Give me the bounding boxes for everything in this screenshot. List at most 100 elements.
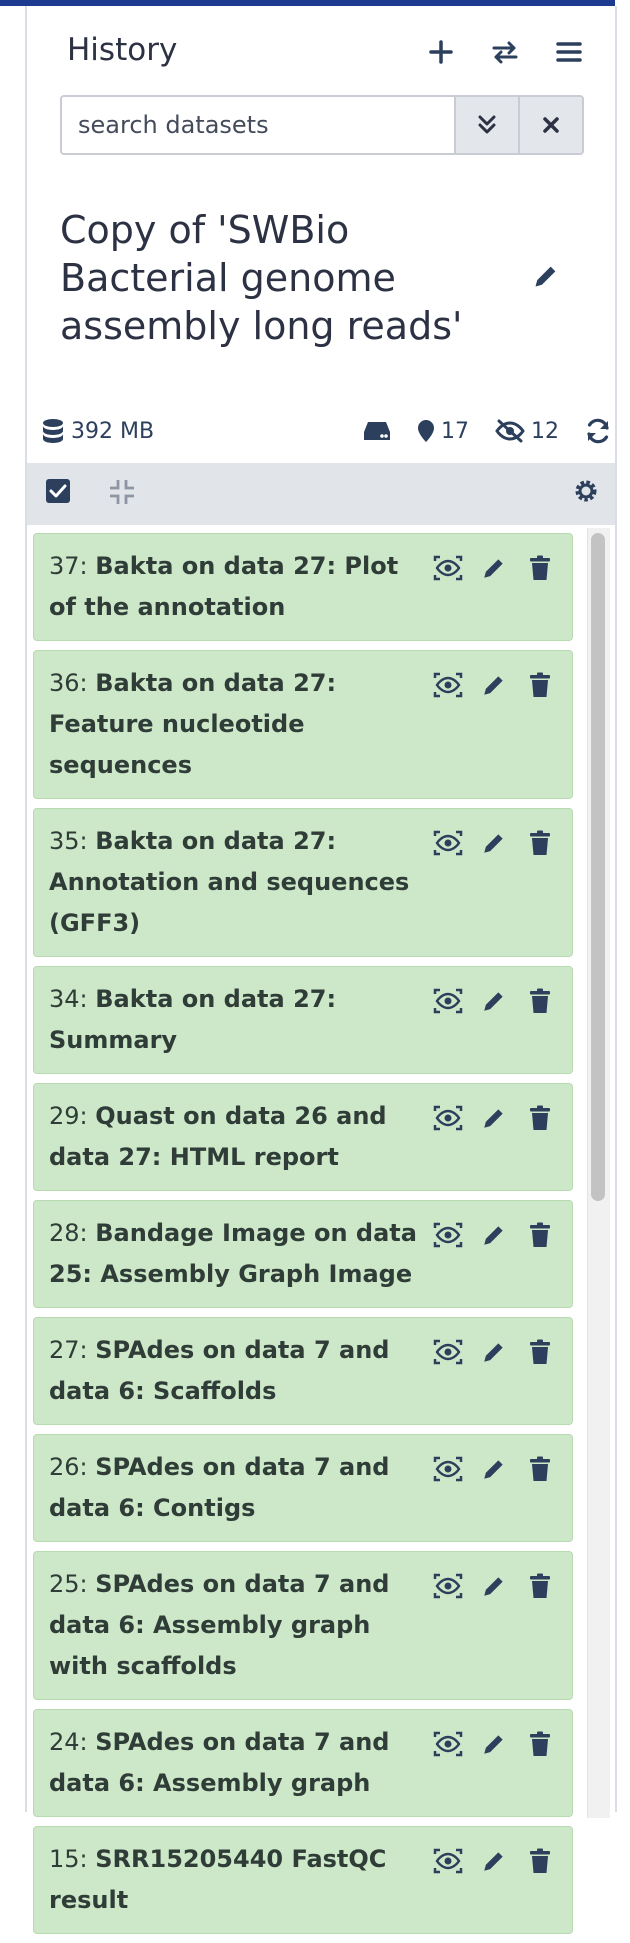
- dataset-item[interactable]: 37: Bakta on data 27: Plot of the annota…: [33, 533, 573, 641]
- clear-search-button[interactable]: [518, 97, 582, 153]
- dataset-name: Bakta on data 27: Summary: [49, 985, 337, 1054]
- dataset-item[interactable]: 27: SPAdes on data 7 and data 6: Scaffol…: [33, 1317, 573, 1425]
- dataset-item[interactable]: 25: SPAdes on data 7 and data 6: Assembl…: [33, 1551, 573, 1700]
- dataset-item[interactable]: 24: SPAdes on data 7 and data 6: Assembl…: [33, 1709, 573, 1817]
- advanced-search-button[interactable]: [454, 97, 518, 153]
- trash-icon[interactable]: [524, 1570, 556, 1602]
- double-chevron-down-icon: [478, 115, 496, 134]
- panel-title: History: [67, 32, 178, 68]
- pencil-icon[interactable]: [478, 1845, 510, 1877]
- dataset-hid: 26:: [49, 1453, 88, 1481]
- close-icon: [543, 117, 559, 133]
- dataset-item[interactable]: 34: Bakta on data 27: Summary: [33, 966, 573, 1074]
- shown-datasets-count[interactable]: 17: [417, 419, 469, 444]
- trash-icon[interactable]: [524, 1845, 556, 1877]
- dataset-name: Quast on data 26 and data 27: HTML repor…: [49, 1102, 387, 1171]
- dataset-name: Bakta on data 27: Annotation and sequenc…: [49, 827, 410, 937]
- dataset-hid: 25:: [49, 1570, 88, 1598]
- trash-icon[interactable]: [524, 1336, 556, 1368]
- dataset-name: Bakta on data 27: Plot of the annotation: [49, 552, 399, 621]
- pencil-icon[interactable]: [478, 552, 510, 584]
- pencil-icon[interactable]: [478, 827, 510, 859]
- trash-icon[interactable]: [524, 1728, 556, 1760]
- dataset-name: Bakta on data 27: Feature nucleotide seq…: [49, 669, 337, 779]
- history-name: Copy of 'SWBio Bacterial genome assembly…: [60, 208, 463, 348]
- pencil-icon[interactable]: [478, 1453, 510, 1485]
- dataset-list: 37: Bakta on data 27: Plot of the annota…: [33, 533, 573, 1943]
- search-box: [60, 95, 584, 155]
- hidden-count: 12: [531, 418, 559, 444]
- hard-drive-icon: [364, 422, 390, 440]
- dataset-hid: 29:: [49, 1102, 88, 1130]
- dataset-hid: 15:: [49, 1845, 88, 1873]
- dataset-item[interactable]: 35: Bakta on data 27: Annotation and seq…: [33, 808, 573, 957]
- eye-slash-icon: [495, 419, 525, 443]
- dataset-item[interactable]: 15: SRR15205440 FastQC result: [33, 1826, 573, 1934]
- pencil-icon[interactable]: [532, 262, 560, 294]
- database-icon: [43, 419, 63, 443]
- dataset-actions: [432, 552, 556, 584]
- dataset-hid: 37:: [49, 552, 88, 580]
- visualize-icon[interactable]: [432, 827, 464, 859]
- dataset-actions: [432, 827, 556, 859]
- visualize-icon[interactable]: [432, 1728, 464, 1760]
- refresh-button[interactable]: [585, 418, 611, 444]
- pencil-icon[interactable]: [478, 1219, 510, 1251]
- dataset-name: SPAdes on data 7 and data 6: Assembly gr…: [49, 1728, 390, 1797]
- trash-icon[interactable]: [524, 827, 556, 859]
- gear-icon[interactable]: [573, 478, 599, 508]
- trash-icon[interactable]: [524, 1219, 556, 1251]
- select-all-checkbox-icon[interactable]: [45, 478, 71, 508]
- dataset-hid: 24:: [49, 1728, 88, 1756]
- trash-icon[interactable]: [524, 1102, 556, 1134]
- dataset-hid: 36:: [49, 669, 88, 697]
- dataset-name: Bandage Image on data 25: Assembly Graph…: [49, 1219, 417, 1288]
- dataset-item[interactable]: 29: Quast on data 26 and data 27: HTML r…: [33, 1083, 573, 1191]
- visualize-icon[interactable]: [432, 1219, 464, 1251]
- dataset-actions: [432, 1728, 556, 1760]
- visualize-icon[interactable]: [432, 985, 464, 1017]
- pencil-icon[interactable]: [478, 1728, 510, 1760]
- dataset-name: SPAdes on data 7 and data 6: Scaffolds: [49, 1336, 390, 1405]
- collapse-icon[interactable]: [108, 478, 136, 510]
- shown-count: 17: [441, 418, 469, 444]
- scrollbar-thumb[interactable]: [591, 533, 605, 1201]
- pencil-icon[interactable]: [478, 1102, 510, 1134]
- visualize-icon[interactable]: [432, 1570, 464, 1602]
- visualize-icon[interactable]: [432, 552, 464, 584]
- dataset-actions: [432, 1219, 556, 1251]
- dataset-item[interactable]: 28: Bandage Image on data 25: Assembly G…: [33, 1200, 573, 1308]
- dataset-item[interactable]: 36: Bakta on data 27: Feature nucleotide…: [33, 650, 573, 799]
- refresh-icon: [587, 418, 609, 444]
- switch-history-icon[interactable]: [487, 34, 523, 70]
- pencil-icon[interactable]: [478, 1570, 510, 1602]
- visualize-icon[interactable]: [432, 669, 464, 701]
- plus-icon[interactable]: [423, 34, 459, 70]
- trash-icon[interactable]: [524, 552, 556, 584]
- hidden-datasets-count[interactable]: 12: [495, 419, 559, 444]
- dataset-hid: 34:: [49, 985, 88, 1013]
- visualize-icon[interactable]: [432, 1102, 464, 1134]
- storage-indicator[interactable]: [363, 420, 391, 442]
- history-stats: 392 MB 17 12: [41, 411, 611, 451]
- pencil-icon[interactable]: [478, 1336, 510, 1368]
- trash-icon[interactable]: [524, 1453, 556, 1485]
- dataset-item[interactable]: 26: SPAdes on data 7 and data 6: Contigs: [33, 1434, 573, 1542]
- visualize-icon[interactable]: [432, 1845, 464, 1877]
- map-marker-icon: [418, 420, 434, 442]
- trash-icon[interactable]: [524, 669, 556, 701]
- pencil-icon[interactable]: [478, 985, 510, 1017]
- search-input[interactable]: [62, 97, 454, 153]
- history-size[interactable]: 392 MB: [41, 418, 154, 444]
- visualize-icon[interactable]: [432, 1336, 464, 1368]
- visualize-icon[interactable]: [432, 1453, 464, 1485]
- dataset-actions: [432, 1102, 556, 1134]
- dataset-actions: [432, 1336, 556, 1368]
- list-toolbar: [27, 463, 615, 525]
- pencil-icon[interactable]: [478, 669, 510, 701]
- dataset-actions: [432, 1453, 556, 1485]
- trash-icon[interactable]: [524, 985, 556, 1017]
- dataset-actions: [432, 1845, 556, 1877]
- menu-icon[interactable]: [551, 34, 587, 70]
- dataset-name: SPAdes on data 7 and data 6: Contigs: [49, 1453, 390, 1522]
